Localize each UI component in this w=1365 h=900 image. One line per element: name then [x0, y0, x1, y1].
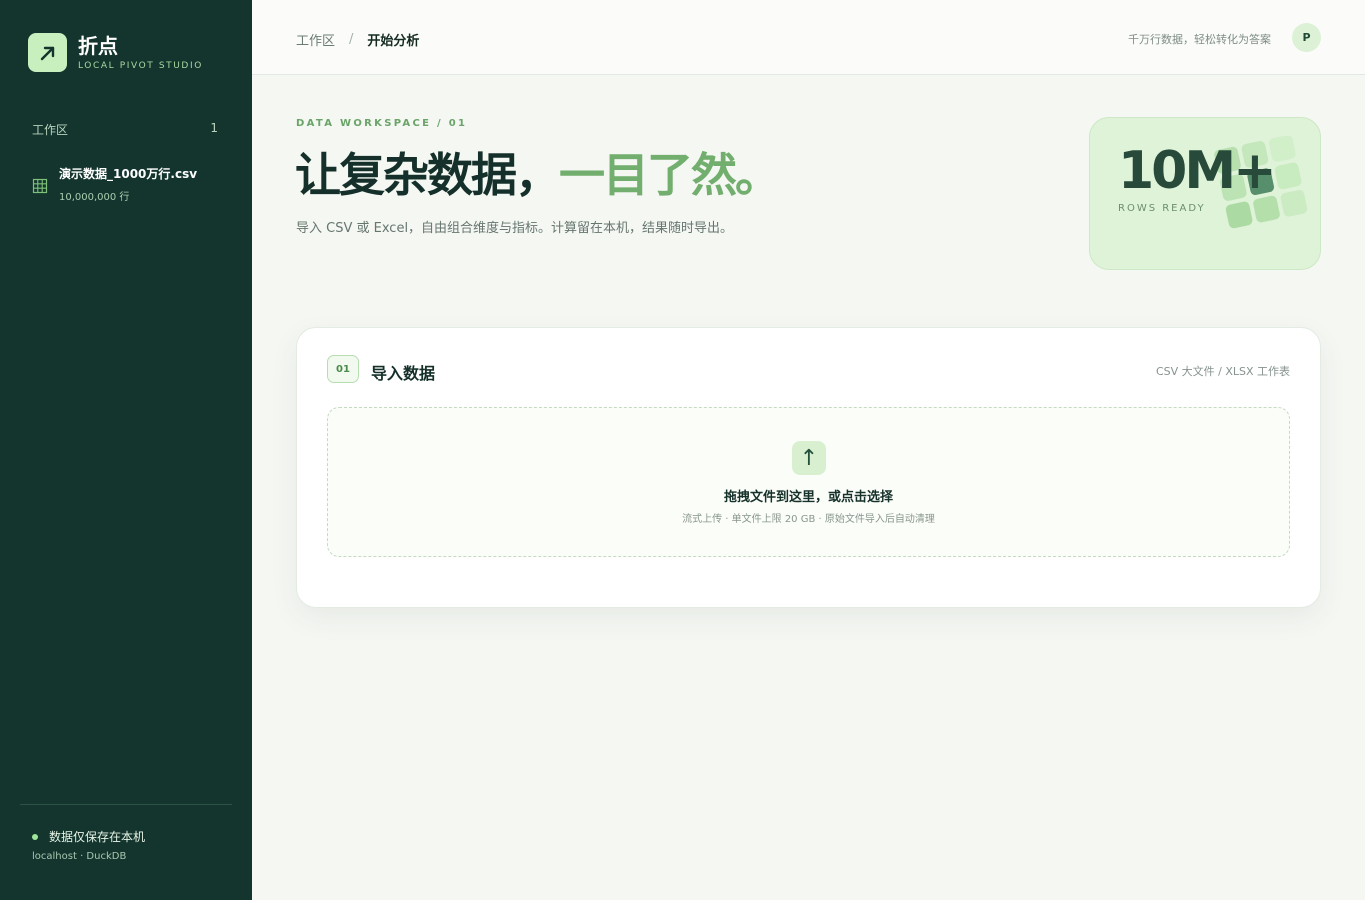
workspace-header: 工作区 1	[32, 121, 218, 138]
arrow-up-right-icon	[28, 33, 67, 72]
workspace-label: 工作区	[32, 123, 69, 137]
hero-eyebrow: DATA WORKSPACE / 01	[296, 118, 468, 129]
breadcrumb-current: 开始分析	[367, 34, 420, 49]
brand-name: 折点	[78, 33, 118, 58]
dropzone-hint: 流式上传 · 单文件上限 20 GB · 原始文件导入后自动清理	[682, 514, 935, 525]
rows-ready-label: ROWS READY	[1118, 203, 1206, 214]
table-grid-icon	[32, 178, 48, 194]
title-main: 让复杂数据，	[295, 148, 561, 202]
sidebar-file-item[interactable]: 演示数据_1000万行.csv 10,000,000 行	[32, 166, 197, 203]
step-badge: 01	[327, 355, 359, 383]
avatar[interactable]: P	[1292, 23, 1321, 52]
sidebar-divider	[20, 804, 232, 805]
sidebar: 折点 LOCAL PIVOT STUDIO 工作区 1 演示数据_1000万行.…	[0, 0, 252, 900]
upload-arrow-icon: ↑	[792, 441, 826, 475]
tagline: 千万行数据，轻松转化为答案	[1128, 33, 1271, 46]
import-data-card: 01 导入数据 CSV 大文件 / XLSX 工作表 ↑ 拖拽文件到这里，或点击…	[296, 327, 1321, 608]
topbar: 工作区 / 开始分析 千万行数据，轻松转化为答案 P	[252, 0, 1365, 75]
breadcrumb-workspace[interactable]: 工作区	[296, 30, 335, 49]
brand-subtitle: LOCAL PIVOT STUDIO	[78, 60, 203, 71]
page-title: 让复杂数据，一目了然。	[295, 146, 781, 204]
status-dot-icon	[32, 833, 38, 840]
file-dropzone[interactable]: ↑ 拖拽文件到这里，或点击选择 流式上传 · 单文件上限 20 GB · 原始文…	[327, 407, 1290, 557]
dropzone-title: 拖拽文件到这里，或点击选择	[723, 490, 893, 505]
title-accent: 一目了然。	[559, 148, 781, 202]
workspace-count: 1	[210, 121, 218, 135]
brand[interactable]: 折点 LOCAL PIVOT STUDIO	[28, 33, 203, 72]
breadcrumb-separator: /	[349, 32, 354, 47]
local-storage-status: 数据仅保存在本机	[32, 828, 145, 845]
file-row-count: 10,000,000 行	[59, 192, 130, 203]
status-text: 数据仅保存在本机	[49, 830, 146, 844]
rows-ready-value: 10M+	[1118, 141, 1277, 201]
supported-formats: CSV 大文件 / XLSX 工作表	[1155, 365, 1290, 378]
hero-subtitle: 导入 CSV 或 Excel，自由组合维度与指标。计算留在本机，结果随时导出。	[296, 221, 734, 236]
import-title: 导入数据	[371, 364, 436, 383]
file-name: 演示数据_1000万行.csv	[59, 167, 198, 181]
breadcrumb: 工作区 / 开始分析	[296, 30, 419, 49]
rows-ready-card: 10M+ ROWS READY	[1089, 117, 1321, 270]
engine-info: localhost · DuckDB	[32, 851, 127, 862]
